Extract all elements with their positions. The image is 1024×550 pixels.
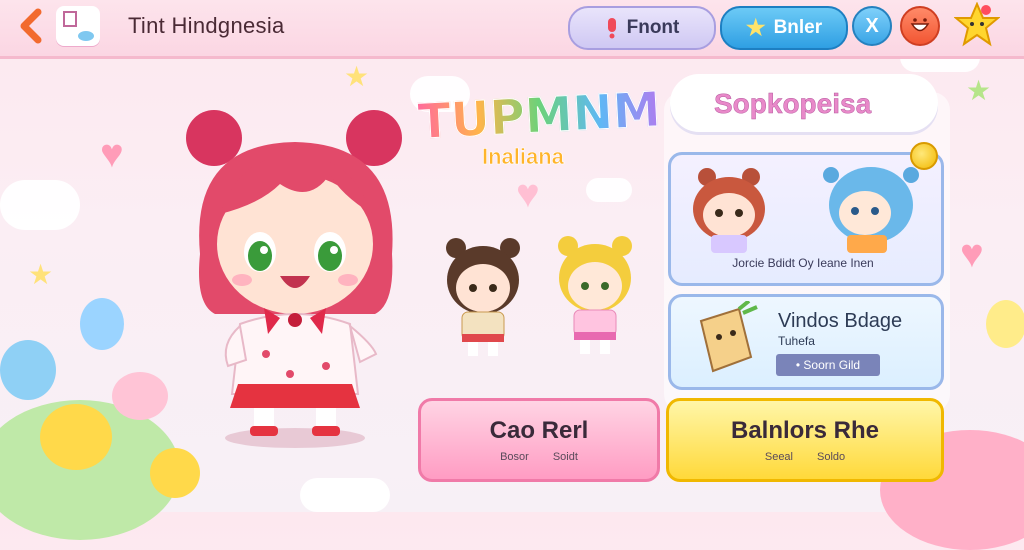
star-icon: ★: [344, 61, 370, 92]
front-button[interactable]: Fnont: [568, 6, 716, 50]
blob-pet-icon: [150, 448, 200, 498]
bird-icon: [63, 11, 94, 41]
banner-button-label: Bnler: [773, 17, 823, 38]
heart-icon: ♥: [100, 132, 124, 176]
yellow-action-button[interactable]: Balnlors Rhe Seeal Soldo: [666, 398, 944, 482]
chevron-left-icon: [20, 8, 42, 44]
star-icon: ★: [28, 259, 54, 290]
game-logo-subtitle: Inaliana: [482, 144, 565, 170]
balloon-icon: [986, 300, 1024, 348]
app-icon[interactable]: [56, 6, 100, 46]
character-figure: [446, 238, 520, 356]
mascot-icon: [953, 1, 1001, 47]
mascot-button[interactable]: [953, 1, 1001, 48]
duo-characters-image: [693, 167, 919, 253]
yellow-button-sub-right: Soldo: [817, 451, 846, 463]
cloud-decoration: [300, 478, 390, 512]
pink-button-label: Cao Rerl: [489, 417, 589, 444]
star-icon: ★: [745, 15, 766, 40]
page-title: Tint Hindgnesia: [128, 13, 285, 38]
pink-button-sub: Bosor Soidt: [500, 451, 578, 463]
character-figure: [558, 236, 632, 354]
blob-pet-icon: [112, 372, 168, 420]
character-blonde-hair[interactable]: [552, 234, 638, 358]
heart-icon: ♥: [516, 172, 540, 216]
main-character-figure: [186, 110, 402, 448]
front-button-label: Fnont: [626, 17, 680, 38]
carrot-item-icon: [699, 301, 758, 373]
main-character-portrait[interactable]: [180, 104, 410, 454]
yellow-button-sub: Seeal Soldo: [765, 451, 845, 463]
blob-pet-icon: [40, 404, 112, 470]
game-logo: TUPMNM: [416, 81, 662, 151]
balloon-icon: [80, 298, 124, 350]
pink-button-sub-left: Bosor: [500, 451, 529, 463]
yellow-button-label: Balnlors Rhe: [730, 417, 880, 444]
banner-button[interactable]: ★ Bnler: [720, 6, 848, 50]
back-button[interactable]: [14, 8, 50, 44]
cloud-decoration: [0, 180, 80, 230]
pink-button-sub-right: Soidt: [552, 451, 578, 463]
star-icon: ★: [966, 75, 992, 106]
grin-face-icon: [910, 18, 930, 32]
alert-icon: [607, 18, 616, 39]
item-title: Vindos Bdage: [778, 310, 903, 332]
item-subtitle: Tuhefa: [778, 334, 815, 348]
pink-action-button[interactable]: Cao Rerl Bosor Soidt: [418, 398, 660, 482]
item-action-button[interactable]: • Soorn Gild: [776, 354, 880, 376]
blob-pet-icon: [0, 340, 56, 400]
heart-icon: ♥: [960, 232, 984, 276]
coin-icon: [910, 142, 938, 170]
yellow-button-sub-left: Seeal: [764, 451, 793, 463]
emoji-button[interactable]: [900, 6, 940, 46]
close-button[interactable]: X: [852, 6, 892, 46]
card-caption: Jorcie Bdidt Oy Ieane Inen: [732, 256, 874, 270]
panel-title: Sopkopeisa: [714, 88, 872, 120]
cloud-decoration: [586, 178, 632, 202]
character-brown-hair[interactable]: [440, 236, 526, 360]
close-icon: X: [865, 14, 879, 37]
